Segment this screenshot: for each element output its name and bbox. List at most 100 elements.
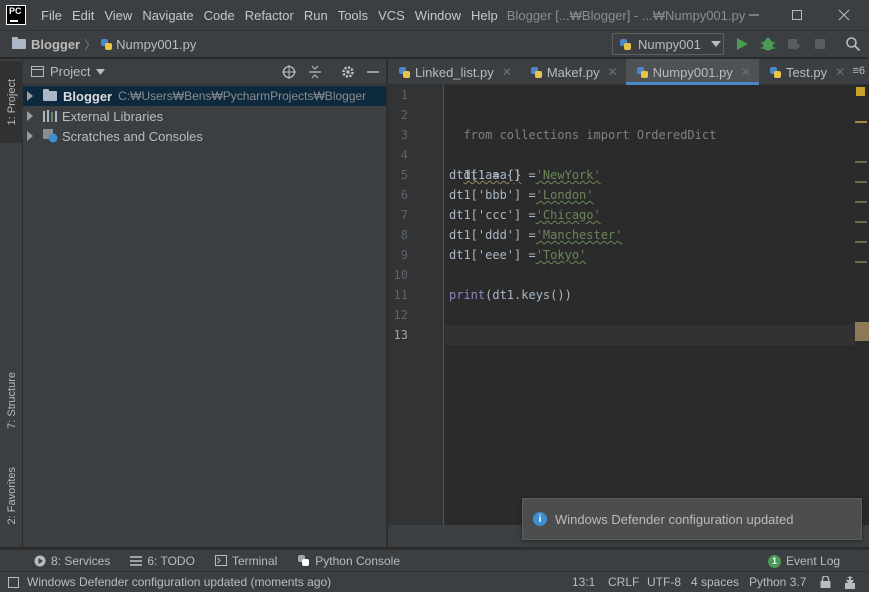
notification-balloon[interactable]: i Windows Defender configuration updated: [522, 498, 862, 540]
left-tool-stripe: 1: Project 7: Structure 2: Favorites: [0, 59, 23, 547]
code-line-6[interactable]: dt1['bbb'] ='London': [449, 185, 594, 205]
menu-refactor[interactable]: Refactor: [240, 8, 299, 23]
maximize-button[interactable]: [774, 0, 820, 30]
expand-arrow-icon[interactable]: [27, 111, 33, 121]
tab-numpy001[interactable]: Numpy001.py ✕: [625, 59, 760, 85]
close-icon[interactable]: ✕: [835, 65, 845, 79]
scrollbar-thumb[interactable]: [855, 322, 869, 341]
debug-icon[interactable]: [761, 37, 775, 51]
code-line-9[interactable]: dt1['eee'] ='Tokyo': [449, 245, 586, 265]
chevron-down-icon[interactable]: [96, 68, 106, 75]
code-line-11[interactable]: print(dt1.keys()): [449, 285, 572, 305]
menu-navigate[interactable]: Navigate: [137, 8, 198, 23]
tabs-overflow-button[interactable]: ≡6: [852, 65, 865, 77]
terminal-tool-button[interactable]: Terminal: [214, 553, 278, 568]
line-separator[interactable]: CRLF: [608, 575, 639, 589]
menu-code[interactable]: Code: [199, 8, 240, 23]
lock-icon[interactable]: [820, 576, 831, 588]
project-panel-title[interactable]: Project: [50, 64, 90, 79]
line-number: 2: [400, 108, 408, 122]
scratches-icon: [43, 129, 58, 143]
gear-icon[interactable]: [341, 65, 355, 79]
locate-icon[interactable]: [282, 65, 296, 79]
file-encoding[interactable]: UTF-8: [647, 575, 681, 589]
code-line-4[interactable]: dt1 = {}: [449, 145, 521, 182]
code-text: (dt1.keys()): [485, 288, 572, 302]
hide-panel-icon[interactable]: [367, 66, 379, 78]
terminal-label: Terminal: [231, 553, 278, 568]
menu-view[interactable]: View: [99, 8, 137, 23]
menu-help[interactable]: Help: [466, 8, 503, 23]
breadcrumb-separator-icon: 〉: [84, 37, 97, 52]
code-line-7[interactable]: dt1['ccc'] ='Chicago': [449, 205, 601, 225]
menu-tools[interactable]: Tools: [333, 8, 373, 23]
event-log-tool-button[interactable]: 1 Event Log: [768, 554, 840, 568]
menu-bar: File Edit View Navigate Code Refactor Ru…: [36, 8, 503, 23]
python-console-label: Python Console: [315, 553, 401, 568]
tree-item-blogger[interactable]: Blogger C:₩Users₩Bens₩PycharmProjects₩Bl…: [23, 86, 386, 106]
tab-linked-list[interactable]: Linked_list.py ✕: [388, 59, 520, 85]
collapse-all-icon[interactable]: [308, 65, 322, 79]
close-icon[interactable]: ✕: [502, 65, 512, 79]
warning-indicator-icon[interactable]: [856, 87, 865, 96]
python-console-tool-button[interactable]: Python Console: [297, 554, 400, 568]
structure-tool-tab[interactable]: 7: Structure: [0, 359, 23, 441]
run-icon[interactable]: [736, 38, 748, 50]
expand-arrow-icon[interactable]: [27, 131, 33, 141]
menu-file[interactable]: File: [36, 8, 67, 23]
error-stripe-mark[interactable]: [855, 261, 867, 263]
stop-icon[interactable]: [815, 39, 825, 49]
title-bar: PC File Edit View Navigate Code Refactor…: [0, 0, 869, 30]
code-text: dt1['ddd'] =: [449, 228, 536, 242]
coverage-icon[interactable]: [787, 37, 801, 51]
project-tool-tab[interactable]: 1: Project: [0, 61, 23, 143]
code-line-8[interactable]: dt1['ddd'] ='Manchester': [449, 225, 622, 245]
services-tool-button[interactable]: 8: Services: [34, 554, 110, 568]
line-number: 12: [393, 308, 408, 322]
inspector-icon[interactable]: [843, 576, 857, 589]
folder-icon: [43, 89, 57, 101]
code-line-5[interactable]: dt1['aaa'] ='NewYork': [449, 165, 601, 185]
menu-run[interactable]: Run: [299, 8, 333, 23]
close-window-button[interactable]: [821, 0, 867, 30]
code-text: dt1['ccc'] =: [449, 208, 536, 222]
python-interpreter[interactable]: Python 3.7: [749, 575, 806, 589]
error-stripe-mark[interactable]: [855, 181, 867, 183]
builtin-function: print: [449, 288, 486, 302]
pycharm-logo-icon: PC: [6, 5, 26, 25]
run-configuration-select[interactable]: Numpy001: [612, 33, 724, 55]
indent-setting[interactable]: 4 spaces: [691, 575, 739, 589]
error-stripe-mark[interactable]: [855, 121, 867, 123]
todo-label: 6: TODO: [147, 553, 195, 568]
menu-window[interactable]: Window: [410, 8, 466, 23]
menu-edit[interactable]: Edit: [67, 8, 99, 23]
code-line-2[interactable]: from collections import OrderedDict: [449, 105, 716, 142]
close-icon[interactable]: ✕: [608, 65, 618, 79]
status-bar: Windows Defender configuration updated (…: [0, 571, 869, 592]
tool-windows-toggle-icon[interactable]: [8, 576, 19, 588]
error-stripe-mark[interactable]: [855, 161, 867, 163]
breadcrumb-file[interactable]: Numpy001.py: [116, 37, 196, 52]
error-stripe[interactable]: [855, 85, 869, 525]
tree-item-external-libraries[interactable]: External Libraries: [23, 106, 386, 126]
error-stripe-mark[interactable]: [855, 221, 867, 223]
services-icon: [34, 555, 46, 566]
expand-arrow-icon[interactable]: [27, 91, 33, 101]
tab-makef[interactable]: Makef.py ✕: [520, 59, 626, 85]
project-tool-tab-label: 1: Project: [5, 78, 18, 126]
search-icon[interactable]: [846, 37, 860, 51]
tab-test[interactable]: Test.py ✕: [759, 59, 853, 85]
line-number: 1: [400, 88, 408, 102]
todo-tool-button[interactable]: 6: TODO: [130, 554, 195, 568]
string-literal: 'Chicago': [535, 208, 601, 222]
error-stripe-mark[interactable]: [855, 201, 867, 203]
minimize-button[interactable]: [731, 0, 777, 30]
error-stripe-mark[interactable]: [855, 241, 867, 243]
status-message[interactable]: Windows Defender configuration updated (…: [27, 575, 331, 589]
breadcrumb-project[interactable]: Blogger: [31, 37, 80, 52]
menu-vcs[interactable]: VCS: [373, 8, 410, 23]
tree-item-scratches[interactable]: Scratches and Consoles: [23, 126, 386, 146]
close-icon[interactable]: ✕: [741, 65, 751, 79]
caret-position[interactable]: 13:1: [572, 575, 595, 589]
favorites-tool-tab[interactable]: 2: Favorites: [0, 455, 23, 537]
